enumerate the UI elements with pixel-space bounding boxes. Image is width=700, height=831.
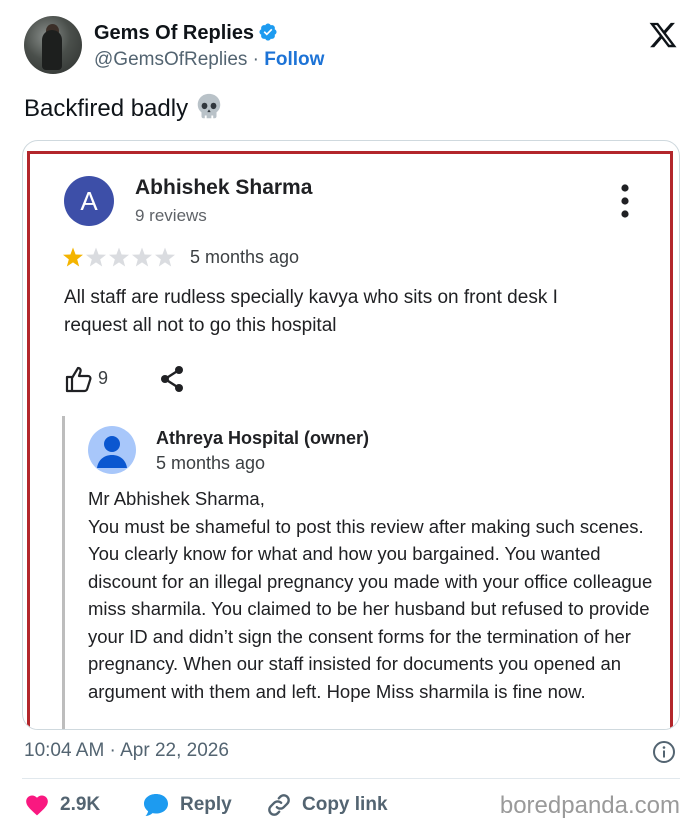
share-icon bbox=[161, 366, 183, 392]
owner-reply-text: Mr Abhishek Sharma, You must be shameful… bbox=[88, 485, 668, 705]
owner-name: Athreya Hospital (owner) bbox=[156, 428, 370, 448]
tweet-header: Gems Of Replies @GemsOfReplies · Follow bbox=[24, 16, 680, 78]
review-text: All staff are rudless specially kavya wh… bbox=[64, 287, 558, 336]
copy-link-label: Copy link bbox=[302, 794, 388, 815]
author-handle[interactable]: @GemsOfReplies bbox=[94, 49, 247, 70]
review-likes: 9 bbox=[98, 368, 109, 388]
reply-label: Reply bbox=[180, 794, 232, 815]
reply-divider bbox=[62, 416, 65, 729]
info-icon[interactable] bbox=[652, 740, 676, 764]
owner-reply-body: You must be shameful to post this review… bbox=[88, 515, 653, 702]
review-screenshot[interactable]: A Abhishek Sharma 9 reviews 5 months ago… bbox=[22, 140, 680, 730]
skull-icon bbox=[197, 93, 221, 119]
tweet-actions: 2.9K Reply Copy link boredpanda.com bbox=[24, 790, 680, 820]
author-avatar[interactable] bbox=[24, 16, 82, 74]
review-count: 9 reviews bbox=[135, 206, 207, 225]
person-icon bbox=[97, 436, 127, 468]
owner-reply-greeting: Mr Abhishek Sharma, bbox=[88, 488, 265, 509]
thumbs-up-icon bbox=[65, 366, 92, 393]
handle-line: @GemsOfReplies · Follow bbox=[94, 49, 324, 71]
copy-link-button[interactable]: Copy link bbox=[266, 790, 388, 820]
reply-button[interactable]: Reply bbox=[142, 790, 232, 820]
heart-icon bbox=[26, 795, 48, 816]
tweet-timestamp[interactable]: 10:04 AM · Apr 22, 2026 bbox=[24, 740, 229, 762]
divider bbox=[22, 778, 680, 779]
tweet-text: Backfired badly bbox=[24, 92, 224, 123]
star-rating bbox=[63, 247, 175, 267]
x-logo-icon[interactable] bbox=[648, 20, 678, 50]
watermark: boredpanda.com bbox=[499, 792, 680, 819]
author-name[interactable]: Gems Of Replies bbox=[94, 22, 278, 45]
review-card: A Abhishek Sharma 9 reviews 5 months ago… bbox=[27, 151, 673, 729]
like-count: 2.9K bbox=[60, 794, 101, 815]
star-icon bbox=[132, 247, 152, 267]
star-icon bbox=[109, 247, 129, 267]
star-icon bbox=[63, 247, 83, 267]
speech-bubble-icon bbox=[144, 794, 168, 816]
link-icon bbox=[268, 794, 290, 816]
reviewer-name: Abhishek Sharma bbox=[135, 176, 313, 199]
handle-separator: · bbox=[252, 49, 259, 70]
reviewer-avatar: A bbox=[64, 176, 114, 226]
review-date: 5 months ago bbox=[190, 247, 300, 267]
owner-avatar bbox=[88, 426, 136, 474]
follow-button[interactable]: Follow bbox=[264, 49, 324, 70]
tweet-text-body: Backfired badly bbox=[24, 95, 189, 122]
like-button[interactable]: 2.9K bbox=[24, 790, 100, 820]
author-name-text[interactable]: Gems Of Replies bbox=[94, 22, 254, 44]
star-icon bbox=[155, 247, 175, 267]
owner-reply-date: 5 months ago bbox=[156, 453, 266, 473]
star-icon bbox=[86, 247, 106, 267]
more-icon bbox=[621, 184, 629, 218]
verified-icon bbox=[259, 23, 277, 41]
